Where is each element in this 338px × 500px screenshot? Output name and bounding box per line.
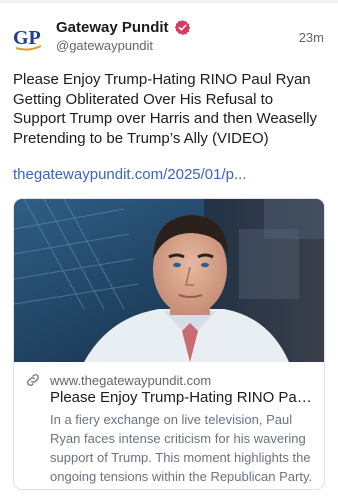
gateway-pundit-logo-icon: GP [13, 27, 42, 51]
post-link[interactable]: thegatewaypundit.com/2025/01/p... [13, 166, 327, 183]
author-handle[interactable]: @gatewaypundit [56, 38, 153, 53]
link-preview-description: In a fiery exchange on live television, … [50, 412, 313, 484]
link-preview-title[interactable]: Please Enjoy Trump-Hating RINO Paul Ryan… [50, 389, 316, 406]
post-text: Please Enjoy Trump-Hating RINO Paul Ryan… [13, 71, 318, 147]
link-preview-card[interactable]: www.thegatewaypundit.com Please Enjoy Tr… [13, 198, 325, 490]
avatar-text: GP [13, 27, 41, 49]
link-preview-domain: www.thegatewaypundit.com [50, 373, 212, 388]
display-name[interactable]: Gateway Pundit [56, 19, 169, 36]
verified-badge-icon [174, 19, 190, 35]
post-timestamp[interactable]: 23m [299, 30, 324, 45]
name-row: Gateway Pundit [56, 17, 191, 37]
link-preview-image[interactable] [14, 199, 324, 362]
speaker-photo-icon [14, 199, 324, 362]
avatar[interactable]: GP [12, 22, 44, 54]
post[interactable]: GP Gateway Pundit @gatewaypundit 23m Ple… [0, 0, 338, 500]
link-icon [25, 372, 41, 388]
